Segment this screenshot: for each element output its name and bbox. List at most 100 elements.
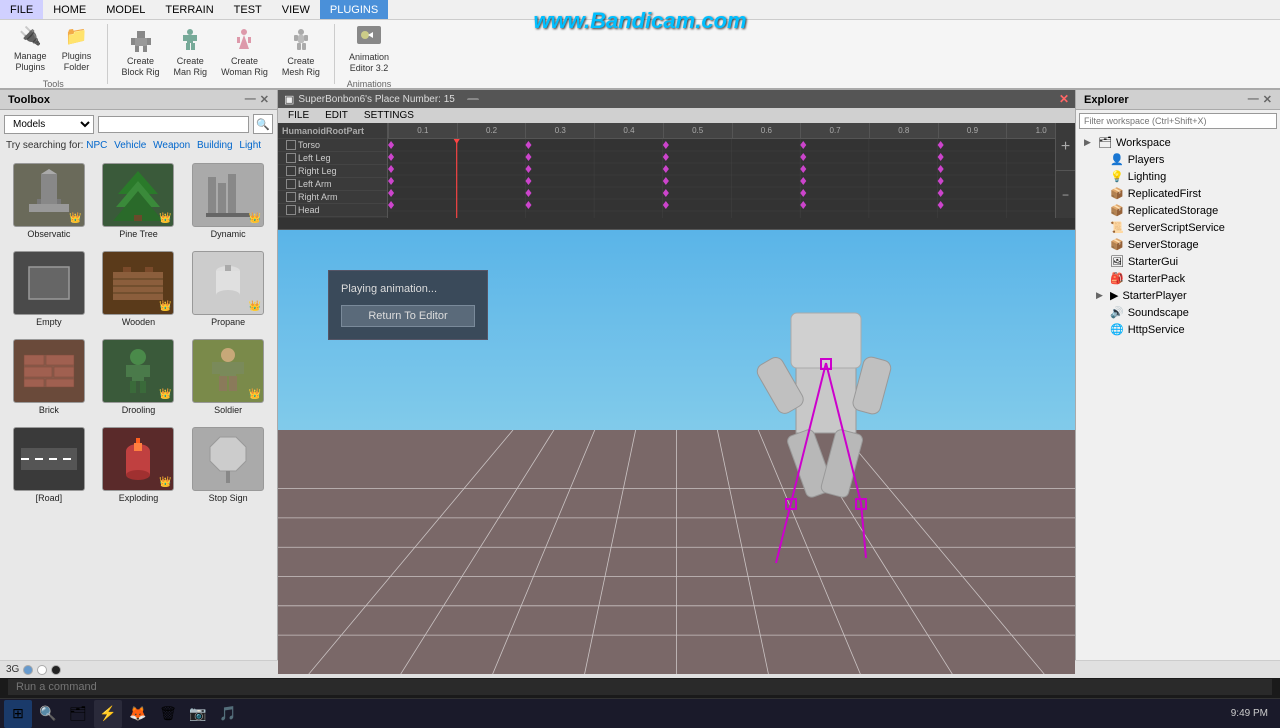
- explorer-close-icon[interactable]: ✕: [1263, 93, 1272, 106]
- toolbar-group-tools: 🔌 ManagePlugins 📁 PluginsFolder Tools: [8, 24, 108, 84]
- players-label: Players: [1128, 154, 1165, 166]
- main-area: Toolbox — ✕ Models 🔍 Try searching for: …: [0, 90, 1280, 674]
- explorer: Explorer — ✕ ▶ 🗂 Workspace 👤 Players �: [1075, 90, 1280, 674]
- toolbox-close-icon[interactable]: ✕: [260, 93, 269, 106]
- link-npc[interactable]: NPC: [86, 140, 107, 151]
- model-observatic[interactable]: 👑 Observatic: [6, 159, 92, 243]
- create-mesh-rig-button[interactable]: CreateMesh Rig: [276, 24, 326, 82]
- crown-badge-propane: 👑: [249, 301, 261, 312]
- model-road-label: [Road]: [36, 493, 63, 503]
- model-stop-sign[interactable]: Stop Sign: [185, 423, 271, 507]
- model-soldier[interactable]: 👑 Soldier: [185, 335, 271, 419]
- animation-editor-button[interactable]: AnimationEditor 3.2: [343, 19, 395, 77]
- menu-model[interactable]: MODEL: [96, 0, 155, 19]
- model-brick[interactable]: Brick: [6, 335, 92, 419]
- link-weapon[interactable]: Weapon: [153, 140, 190, 151]
- command-input[interactable]: [8, 679, 1272, 695]
- toolbox: Toolbox — ✕ Models 🔍 Try searching for: …: [0, 90, 278, 674]
- tree-replicated-first[interactable]: 📦 ReplicatedFirst: [1076, 185, 1280, 202]
- tree-soundscape[interactable]: 🔊 Soundscape: [1076, 304, 1280, 321]
- return-to-editor-button[interactable]: Return To Editor: [341, 305, 475, 327]
- taskbar-start-button[interactable]: ⊞: [4, 700, 32, 728]
- menu-home[interactable]: HOME: [43, 0, 96, 19]
- model-dynamic[interactable]: 👑 Dynamic: [185, 159, 271, 243]
- tree-server-storage[interactable]: 📦 ServerStorage: [1076, 236, 1280, 253]
- tree-starter-pack[interactable]: 🎒 StarterPack: [1076, 270, 1280, 287]
- tree-starter-gui[interactable]: 🖼 StarterGui: [1076, 253, 1280, 270]
- taskbar-time: 9:49 PM: [1223, 708, 1276, 719]
- model-propane[interactable]: 👑 Propane: [185, 247, 271, 331]
- anim-menu-settings[interactable]: SETTINGS: [358, 109, 420, 122]
- crown-badge-drooling: 👑: [159, 389, 171, 400]
- model-road[interactable]: [Road]: [6, 423, 92, 507]
- taskbar-trash-icon[interactable]: 🗑: [154, 700, 182, 728]
- replicated-storage-icon: 📦: [1110, 204, 1124, 217]
- menu-view[interactable]: VIEW: [272, 0, 320, 19]
- menubar: FILE HOME MODEL TERRAIN TEST VIEW PLUGIN…: [0, 0, 1280, 20]
- timeline-add-button[interactable]: +: [1056, 123, 1075, 171]
- crown-badge-pine-tree: 👑: [159, 213, 171, 224]
- tree-server-script-service[interactable]: 📜 ServerScriptService: [1076, 219, 1280, 236]
- tree-lighting[interactable]: 💡 Lighting: [1076, 168, 1280, 185]
- tree-workspace[interactable]: ▶ 🗂 Workspace: [1076, 134, 1280, 151]
- plugins-folder-button[interactable]: 📁 PluginsFolder: [55, 19, 99, 77]
- create-woman-rig-button[interactable]: CreateWoman Rig: [215, 24, 274, 82]
- explorer-minimize-icon[interactable]: —: [1248, 93, 1259, 106]
- search-input[interactable]: [98, 116, 249, 133]
- model-pine-tree[interactable]: 👑 Pine Tree: [96, 159, 182, 243]
- tree-starter-player[interactable]: ▶ ▶ StarterPlayer: [1076, 287, 1280, 304]
- menu-plugins[interactable]: PLUGINS: [320, 0, 388, 19]
- manage-plugins-button[interactable]: 🔌 ManagePlugins: [8, 19, 53, 77]
- create-block-rig-label: CreateBlock Rig: [122, 56, 160, 78]
- toolbox-minimize-icon[interactable]: —: [245, 93, 256, 106]
- model-drooling[interactable]: 👑 Drooling: [96, 335, 182, 419]
- tree-replicated-storage[interactable]: 📦 ReplicatedStorage: [1076, 202, 1280, 219]
- taskbar-music-icon[interactable]: 🎵: [214, 700, 242, 728]
- model-empty-thumb: [13, 251, 85, 315]
- model-exploding[interactable]: 👑 Exploding: [96, 423, 182, 507]
- link-building[interactable]: Building: [197, 140, 233, 151]
- anim-tab[interactable]: [467, 98, 479, 100]
- explorer-search-input[interactable]: [1079, 113, 1277, 129]
- tree-http-service[interactable]: 🌐 HttpService: [1076, 321, 1280, 338]
- menu-file[interactable]: FILE: [0, 0, 43, 19]
- taskbar-files-icon[interactable]: 🗂: [64, 700, 92, 728]
- toolbar-group-rigs: CreateBlock Rig CreateMan Rig CreateWoma…: [116, 24, 335, 84]
- create-block-rig-button[interactable]: CreateBlock Rig: [116, 24, 166, 82]
- anim-close-button[interactable]: ✕: [1059, 92, 1069, 106]
- woman-rig-icon: [230, 28, 258, 54]
- tree-players[interactable]: 👤 Players: [1076, 151, 1280, 168]
- model-empty[interactable]: Empty: [6, 247, 92, 331]
- taskbar-camera-icon[interactable]: 📷: [184, 700, 212, 728]
- create-man-rig-label: CreateMan Rig: [174, 56, 208, 78]
- model-wooden[interactable]: 👑 Wooden: [96, 247, 182, 331]
- model-wooden-thumb: 👑: [102, 251, 174, 315]
- anim-menu-file[interactable]: FILE: [282, 109, 315, 122]
- timeline-scroll-button[interactable]: −: [1056, 171, 1075, 218]
- model-dynamic-label: Dynamic: [211, 229, 246, 239]
- link-light[interactable]: Light: [239, 140, 261, 151]
- replicated-first-label: ReplicatedFirst: [1128, 188, 1201, 200]
- taskbar-firefox-icon[interactable]: 🦊: [124, 700, 152, 728]
- starter-gui-label: StarterGui: [1128, 256, 1178, 268]
- menu-terrain[interactable]: TERRAIN: [155, 0, 223, 19]
- model-brick-label: Brick: [39, 405, 59, 415]
- taskbar-chrome-icon[interactable]: ⚡: [94, 700, 122, 728]
- http-service-label: HttpService: [1128, 324, 1185, 336]
- server-storage-icon: 📦: [1110, 238, 1124, 251]
- toolbox-dropdown[interactable]: Models: [4, 115, 94, 134]
- model-stop-sign-label: Stop Sign: [209, 493, 248, 503]
- taskbar-search-icon[interactable]: 🔍: [34, 700, 62, 728]
- toolbox-scroll-wrapper: 👑 Observatic 👑 Pine Tree 👑: [0, 153, 277, 674]
- starter-pack-label: StarterPack: [1128, 273, 1185, 285]
- anim-menu-edit[interactable]: EDIT: [319, 109, 354, 122]
- anim-menubar: FILE EDIT SETTINGS: [278, 108, 1075, 123]
- create-man-rig-button[interactable]: CreateMan Rig: [168, 24, 214, 82]
- ground-grid: [278, 430, 1075, 674]
- model-brick-thumb: [13, 339, 85, 403]
- model-drooling-label: Drooling: [122, 405, 156, 415]
- menu-test[interactable]: TEST: [224, 0, 272, 19]
- link-vehicle[interactable]: Vehicle: [114, 140, 146, 151]
- search-button[interactable]: 🔍: [253, 114, 273, 134]
- timeline-controls: + −: [1055, 123, 1075, 218]
